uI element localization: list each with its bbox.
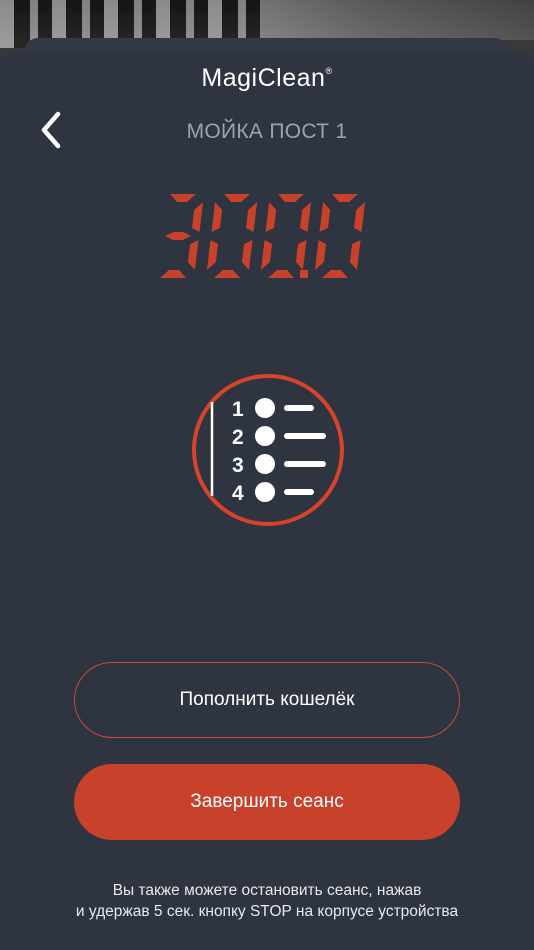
digit-segment <box>314 240 327 270</box>
program-line <box>284 433 326 439</box>
digit-segment <box>170 194 197 202</box>
camera-blur <box>260 0 534 40</box>
program-bullet <box>255 426 275 446</box>
digit-segment <box>241 240 253 270</box>
digit-segment <box>160 270 186 278</box>
end-session-button[interactable]: Завершить сеанс <box>74 764 460 840</box>
digit-segment <box>278 194 305 202</box>
digit-segment <box>354 202 366 232</box>
digit-segment <box>211 202 223 232</box>
program-bullet <box>255 482 275 502</box>
stop-hint-line-1: Вы также можете остановить сеанс, нажав <box>112 882 422 899</box>
logo-text: MagiClean <box>201 64 326 92</box>
digit-segment <box>260 240 273 270</box>
stop-hint: Вы также можете остановить сеанс, нажав … <box>20 880 514 922</box>
topup-wallet-button[interactable]: Пополнить кошелёк <box>74 662 460 738</box>
page-title: МОЙКА ПОСТ 1 <box>186 120 348 143</box>
program-list-icon: 1 2 3 4 <box>192 374 344 526</box>
program-line <box>284 461 326 467</box>
digit-segment <box>319 202 331 232</box>
digit-segment <box>192 202 204 232</box>
digit-segment <box>246 202 258 232</box>
digit-segment <box>332 194 359 202</box>
digit-segment <box>265 202 277 232</box>
digit-segment <box>295 240 307 270</box>
program-menu-button[interactable]: 1 2 3 4 <box>190 372 346 528</box>
digit-segment <box>165 232 192 240</box>
program-line <box>284 489 314 495</box>
program-number: 4 <box>232 482 244 505</box>
end-session-label: Завершить сеанс <box>190 791 344 812</box>
topup-wallet-label: Пополнить кошелёк <box>179 689 355 710</box>
program-number: 3 <box>232 454 244 477</box>
digit-segment <box>322 270 348 278</box>
stop-hint-line-2: и удержав 5 сек. кнопку STOP на корпусе … <box>75 903 459 920</box>
digit-segment <box>187 240 199 270</box>
digit-segment <box>214 270 240 278</box>
digit-segment <box>224 194 251 202</box>
digit-segment <box>300 202 312 232</box>
digit-segment <box>268 270 294 278</box>
decimal-point <box>300 270 308 278</box>
program-number: 2 <box>232 426 244 449</box>
program-number: 1 <box>232 398 244 421</box>
seven-segment-readout <box>160 194 366 278</box>
program-bullet <box>255 454 275 474</box>
digit-segment <box>206 240 219 270</box>
app-logo: MagiClean® <box>0 64 534 93</box>
balance-display <box>148 190 388 282</box>
digit-segment <box>349 240 361 270</box>
registered-mark: ® <box>325 66 333 76</box>
program-bullet <box>255 398 275 418</box>
program-line <box>284 405 314 411</box>
